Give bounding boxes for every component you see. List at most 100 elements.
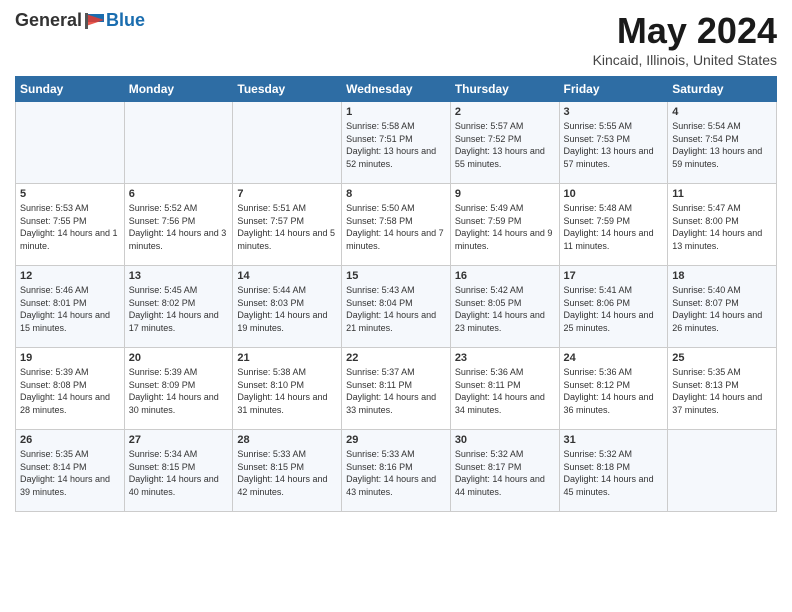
- day-number: 19: [20, 352, 120, 364]
- table-row: 29Sunrise: 5:33 AMSunset: 8:16 PMDayligh…: [342, 430, 451, 512]
- day-info: Sunrise: 5:42 AMSunset: 8:05 PMDaylight:…: [455, 284, 555, 334]
- day-number: 1: [346, 106, 446, 118]
- day-info: Sunrise: 5:54 AMSunset: 7:54 PMDaylight:…: [672, 120, 772, 170]
- table-row: 11 Sunrise: 5:47 AMSunset: 8:00 PMDayligh…: [668, 184, 777, 266]
- table-row: 30 Sunrise: 5:32 AMSunset: 8:17 PMDayligh…: [450, 430, 559, 512]
- day-info: Sunrise: 5:35 AMSunset: 8:14 PMDaylight:…: [20, 448, 120, 498]
- day-info: Sunrise: 5:58 AMSunset: 7:51 PMDaylight:…: [346, 120, 446, 170]
- table-row: 15 Sunrise: 5:43 AMSunset: 8:04 PMDayligh…: [342, 266, 451, 348]
- day-number: 4: [672, 106, 772, 118]
- location-text: Kincaid, Illinois, United States: [593, 52, 777, 68]
- table-row: [124, 102, 233, 184]
- day-number: 16: [455, 270, 555, 282]
- day-info: Sunrise: 5:36 AMSunset: 8:12 PMDaylight:…: [564, 366, 664, 416]
- header: General Blue May 2024 Kincaid, Illinois,…: [15, 10, 777, 68]
- table-row: 10 Sunrise: 5:48 AMSunset: 7:59 PMDayligh…: [559, 184, 668, 266]
- calendar-week-row: 5 Sunrise: 5:53 AMSunset: 7:55 PMDaylight…: [16, 184, 777, 266]
- day-number: 25: [672, 352, 772, 364]
- calendar-week-row: 26 Sunrise: 5:35 AMSunset: 8:14 PMDayligh…: [16, 430, 777, 512]
- weekday-header-row: Sunday Monday Tuesday Wednesday Thursday…: [16, 77, 777, 102]
- table-row: 20Sunrise: 5:39 AMSunset: 8:09 PMDayligh…: [124, 348, 233, 430]
- day-info: Sunrise: 5:33 AMSunset: 8:15 PMDaylight:…: [237, 448, 337, 498]
- calendar-week-row: 19Sunrise: 5:39 AMSunset: 8:08 PMDayligh…: [16, 348, 777, 430]
- table-row: 16 Sunrise: 5:42 AMSunset: 8:05 PMDayligh…: [450, 266, 559, 348]
- day-info: Sunrise: 5:50 AMSunset: 7:58 PMDaylight:…: [346, 202, 446, 252]
- day-number: 6: [129, 188, 229, 200]
- header-sunday: Sunday: [16, 77, 125, 102]
- day-number: 2: [455, 106, 555, 118]
- table-row: 31Sunrise: 5:32 AMSunset: 8:18 PMDayligh…: [559, 430, 668, 512]
- day-info: Sunrise: 5:48 AMSunset: 7:59 PMDaylight:…: [564, 202, 664, 252]
- day-info: Sunrise: 5:35 AMSunset: 8:13 PMDaylight:…: [672, 366, 772, 416]
- day-info: Sunrise: 5:45 AMSunset: 8:02 PMDaylight:…: [129, 284, 229, 334]
- table-row: 21 Sunrise: 5:38 AMSunset: 8:10 PMDayligh…: [233, 348, 342, 430]
- day-number: 31: [564, 434, 664, 446]
- page-container: General Blue May 2024 Kincaid, Illinois,…: [0, 0, 792, 522]
- day-info: Sunrise: 5:41 AMSunset: 8:06 PMDaylight:…: [564, 284, 664, 334]
- day-number: 9: [455, 188, 555, 200]
- day-info: Sunrise: 5:32 AMSunset: 8:17 PMDaylight:…: [455, 448, 555, 498]
- table-row: 2 Sunrise: 5:57 AMSunset: 7:52 PMDaylight…: [450, 102, 559, 184]
- table-row: 9 Sunrise: 5:49 AMSunset: 7:59 PMDaylight…: [450, 184, 559, 266]
- day-number: 3: [564, 106, 664, 118]
- month-title: May 2024: [593, 10, 777, 52]
- table-row: 1 Sunrise: 5:58 AMSunset: 7:51 PMDaylight…: [342, 102, 451, 184]
- table-row: 5 Sunrise: 5:53 AMSunset: 7:55 PMDaylight…: [16, 184, 125, 266]
- day-info: Sunrise: 5:40 AMSunset: 8:07 PMDaylight:…: [672, 284, 772, 334]
- logo-flag-icon: [84, 12, 106, 30]
- table-row: 7 Sunrise: 5:51 AMSunset: 7:57 PMDaylight…: [233, 184, 342, 266]
- title-block: May 2024 Kincaid, Illinois, United State…: [593, 10, 777, 68]
- table-row: 3 Sunrise: 5:55 AMSunset: 7:53 PMDaylight…: [559, 102, 668, 184]
- table-row: 4 Sunrise: 5:54 AMSunset: 7:54 PMDaylight…: [668, 102, 777, 184]
- day-info: Sunrise: 5:52 AMSunset: 7:56 PMDaylight:…: [129, 202, 229, 252]
- day-info: Sunrise: 5:34 AMSunset: 8:15 PMDaylight:…: [129, 448, 229, 498]
- day-number: 23: [455, 352, 555, 364]
- day-number: 22: [346, 352, 446, 364]
- day-info: Sunrise: 5:37 AMSunset: 8:11 PMDaylight:…: [346, 366, 446, 416]
- table-row: 28Sunrise: 5:33 AMSunset: 8:15 PMDayligh…: [233, 430, 342, 512]
- day-number: 30: [455, 434, 555, 446]
- table-row: [16, 102, 125, 184]
- header-tuesday: Tuesday: [233, 77, 342, 102]
- day-number: 18: [672, 270, 772, 282]
- calendar-table: Sunday Monday Tuesday Wednesday Thursday…: [15, 76, 777, 512]
- table-row: 14 Sunrise: 5:44 AMSunset: 8:03 PMDayligh…: [233, 266, 342, 348]
- table-row: 6 Sunrise: 5:52 AMSunset: 7:56 PMDaylight…: [124, 184, 233, 266]
- day-number: 5: [20, 188, 120, 200]
- day-info: Sunrise: 5:36 AMSunset: 8:11 PMDaylight:…: [455, 366, 555, 416]
- table-row: 17 Sunrise: 5:41 AMSunset: 8:06 PMDayligh…: [559, 266, 668, 348]
- calendar-week-row: 1 Sunrise: 5:58 AMSunset: 7:51 PMDaylight…: [16, 102, 777, 184]
- day-number: 7: [237, 188, 337, 200]
- day-number: 17: [564, 270, 664, 282]
- day-info: Sunrise: 5:44 AMSunset: 8:03 PMDaylight:…: [237, 284, 337, 334]
- day-info: Sunrise: 5:49 AMSunset: 7:59 PMDaylight:…: [455, 202, 555, 252]
- day-info: Sunrise: 5:51 AMSunset: 7:57 PMDaylight:…: [237, 202, 337, 252]
- day-number: 10: [564, 188, 664, 200]
- table-row: 19Sunrise: 5:39 AMSunset: 8:08 PMDayligh…: [16, 348, 125, 430]
- day-number: 8: [346, 188, 446, 200]
- day-number: 21: [237, 352, 337, 364]
- day-info: Sunrise: 5:47 AMSunset: 8:00 PMDaylight:…: [672, 202, 772, 252]
- day-number: 14: [237, 270, 337, 282]
- day-number: 26: [20, 434, 120, 446]
- day-number: 13: [129, 270, 229, 282]
- day-number: 24: [564, 352, 664, 364]
- table-row: 23 Sunrise: 5:36 AMSunset: 8:11 PMDayligh…: [450, 348, 559, 430]
- day-number: 11: [672, 188, 772, 200]
- header-thursday: Thursday: [450, 77, 559, 102]
- table-row: 8 Sunrise: 5:50 AMSunset: 7:58 PMDaylight…: [342, 184, 451, 266]
- day-info: Sunrise: 5:38 AMSunset: 8:10 PMDaylight:…: [237, 366, 337, 416]
- day-info: Sunrise: 5:53 AMSunset: 7:55 PMDaylight:…: [20, 202, 120, 252]
- day-info: Sunrise: 5:46 AMSunset: 8:01 PMDaylight:…: [20, 284, 120, 334]
- table-row: 26 Sunrise: 5:35 AMSunset: 8:14 PMDayligh…: [16, 430, 125, 512]
- day-number: 15: [346, 270, 446, 282]
- table-row: 25 Sunrise: 5:35 AMSunset: 8:13 PMDayligh…: [668, 348, 777, 430]
- calendar-week-row: 12Sunrise: 5:46 AMSunset: 8:01 PMDayligh…: [16, 266, 777, 348]
- day-info: Sunrise: 5:55 AMSunset: 7:53 PMDaylight:…: [564, 120, 664, 170]
- day-number: 20: [129, 352, 229, 364]
- day-number: 27: [129, 434, 229, 446]
- day-info: Sunrise: 5:43 AMSunset: 8:04 PMDaylight:…: [346, 284, 446, 334]
- table-row: 13 Sunrise: 5:45 AMSunset: 8:02 PMDayligh…: [124, 266, 233, 348]
- day-info: Sunrise: 5:57 AMSunset: 7:52 PMDaylight:…: [455, 120, 555, 170]
- table-row: [668, 430, 777, 512]
